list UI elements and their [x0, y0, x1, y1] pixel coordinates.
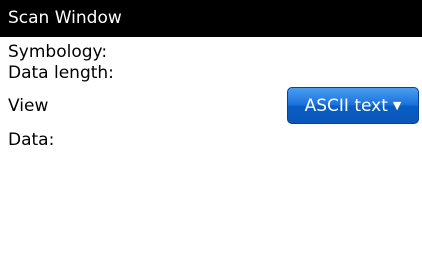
data-length-label: Data length: — [8, 63, 114, 83]
data-label: Data: — [8, 130, 55, 150]
window-title: Scan Window — [0, 0, 422, 37]
triangle-down-icon: ▼ — [392, 99, 402, 112]
scan-window: Scan Window Symbology: Data length: View… — [0, 0, 422, 270]
view-dropdown-value: ASCII text — [304, 96, 388, 116]
view-dropdown[interactable]: ASCII text ▼ — [287, 87, 419, 124]
view-label: View — [8, 96, 49, 116]
symbology-label: Symbology: — [8, 42, 108, 62]
